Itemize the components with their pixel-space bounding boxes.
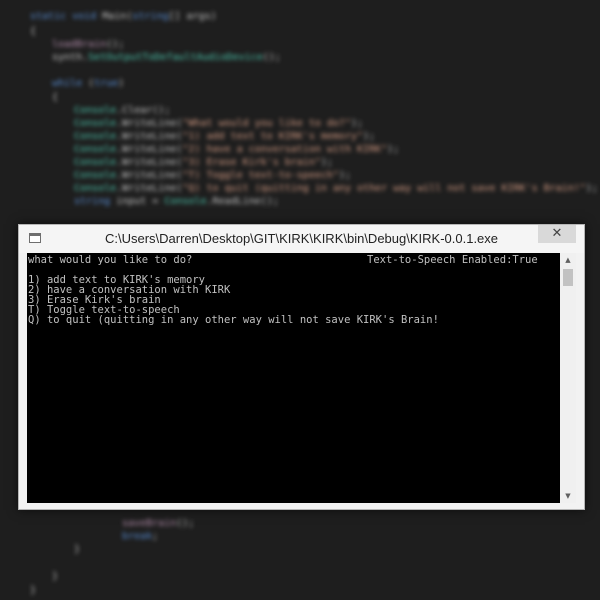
code-tail-line: }	[30, 585, 37, 596]
code-tail-line: break;	[122, 531, 159, 542]
scroll-up-arrow-icon[interactable]: ▲	[560, 253, 576, 267]
close-button[interactable]: ✕	[538, 225, 576, 243]
code-line: while (true)	[52, 78, 125, 89]
console-output[interactable]: what would you like to do? Text-to-Speec…	[27, 253, 560, 503]
code-line: Console.WriteLine("Q) to quit (quitting …	[74, 183, 598, 194]
code-line: string input = Console.ReadLine();	[74, 196, 279, 207]
code-tail-line: saveBrain();	[122, 518, 195, 529]
console-prompt: what would you like to do?	[28, 254, 193, 266]
scroll-thumb[interactable]	[563, 269, 573, 286]
code-line: Console.WriteLine("T) Toggle text-to-spe…	[74, 170, 351, 181]
code-line: loadBrain();	[52, 39, 125, 50]
code-tail-line: }	[52, 571, 59, 582]
code-line: Console.WriteLine("2) have a conversatio…	[74, 144, 400, 155]
menu-item-quit: Q) to quit (quitting in any other way wi…	[28, 314, 439, 326]
scroll-down-arrow-icon[interactable]: ▼	[560, 489, 576, 503]
code-tail-line: }	[74, 544, 81, 555]
code-line: Console.WriteLine("What would you like t…	[74, 118, 364, 129]
title-bar[interactable]: C:\Users\Darren\Desktop\GIT\KIRK\KIRK\bi…	[19, 225, 584, 253]
code-line: Console.WriteLine("1) add text to KIRK's…	[74, 131, 376, 142]
code-line: synth.SetOutputToDefaultAudioDevice();	[52, 52, 281, 63]
code-line: {	[52, 92, 59, 103]
console-window[interactable]: C:\Users\Darren\Desktop\GIT\KIRK\KIRK\bi…	[18, 224, 585, 510]
code-line: Console.Clear();	[74, 105, 171, 116]
code-line: Console.WriteLine("3) Erase Kirk's brain…	[74, 157, 333, 168]
code-line: static void Main(string[] args)	[30, 11, 217, 22]
tts-status: Text-to-Speech Enabled:True	[367, 254, 538, 266]
code-line: {	[30, 26, 37, 37]
vertical-scrollbar[interactable]: ▲ ▼	[560, 253, 576, 503]
window-title: C:\Users\Darren\Desktop\GIT\KIRK\KIRK\bi…	[104, 231, 499, 246]
